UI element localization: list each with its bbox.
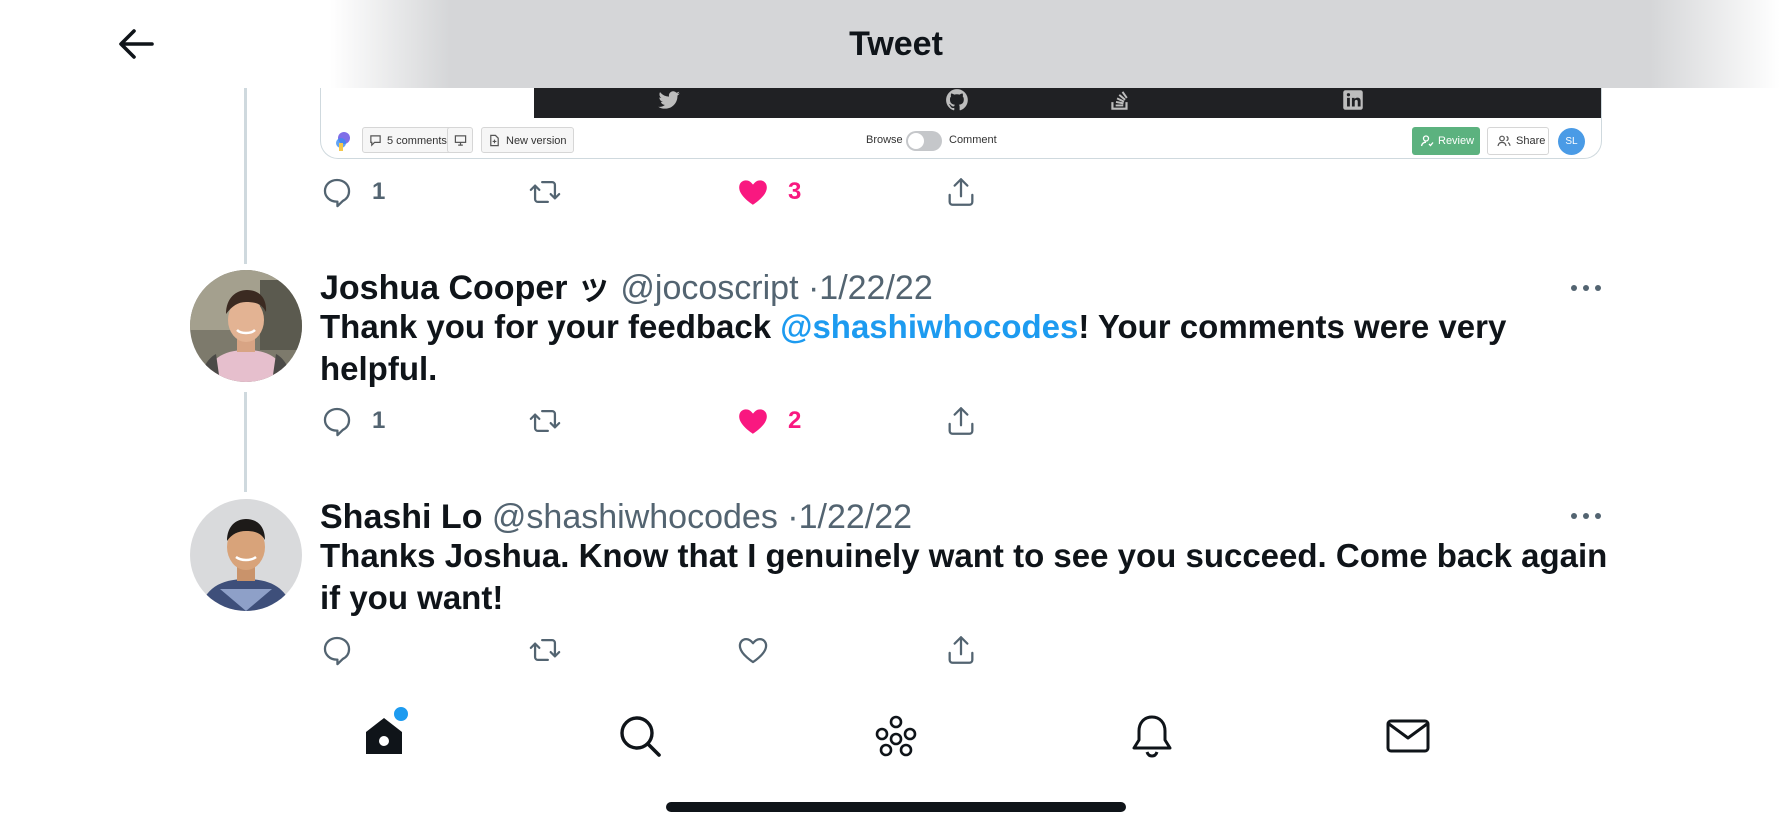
tweet-date[interactable]: 1/22/22 — [799, 498, 912, 536]
present-button[interactable] — [447, 127, 473, 153]
user-avatar[interactable]: SL — [1558, 128, 1585, 155]
retweet-button[interactable] — [528, 401, 562, 441]
like-button[interactable]: 3 — [736, 172, 801, 212]
new-version-label: New version — [506, 135, 567, 147]
comments-label: 5 comments — [387, 135, 447, 147]
mention-link[interactable]: @shashiwhocodes — [780, 308, 1078, 345]
heart-icon — [739, 180, 767, 205]
users-icon — [1497, 135, 1511, 147]
share-icon — [948, 178, 974, 206]
separator: · — [807, 269, 820, 307]
spaces-icon[interactable] — [872, 712, 920, 760]
top-bar: Tweet — [0, 0, 1792, 88]
share-label: Share — [1516, 135, 1546, 147]
tweet-text-part: Thank you for your feedback — [320, 308, 781, 345]
retweet-icon — [529, 409, 561, 433]
more-icon[interactable] — [1566, 506, 1606, 526]
comments-button[interactable]: 5 comments — [362, 127, 454, 153]
retweet-button[interactable] — [528, 630, 562, 670]
tweet-text: Thanks Joshua. Know that I genuinely wan… — [320, 537, 1608, 616]
share-icon — [948, 407, 974, 435]
like-count: 3 — [788, 178, 802, 205]
reply-button[interactable]: 1 — [320, 172, 385, 212]
author-name[interactable]: Joshua Cooper ッ — [320, 269, 611, 307]
comment-mode-label: Comment — [949, 134, 997, 146]
home-indicator[interactable] — [666, 802, 1126, 812]
reply-icon — [323, 407, 351, 437]
twitter-icon — [658, 91, 680, 109]
share-button[interactable] — [944, 172, 978, 212]
like-button[interactable]: 2 — [736, 401, 801, 441]
share-button[interactable] — [944, 630, 978, 670]
reply-count: 1 — [372, 407, 386, 434]
page-title: Tweet — [849, 25, 943, 63]
search-icon[interactable] — [616, 712, 664, 760]
like-count: 2 — [788, 407, 802, 434]
comment-icon — [370, 135, 381, 147]
share-button[interactable] — [944, 401, 978, 441]
author-name[interactable]: Shashi Lo — [320, 498, 482, 536]
thread-line — [244, 392, 247, 492]
document-plus-icon — [490, 134, 499, 147]
retweet-button[interactable] — [528, 172, 562, 212]
like-button[interactable] — [736, 630, 770, 670]
monitor-icon — [454, 135, 467, 146]
stackoverflow-icon — [1111, 91, 1128, 110]
notifications-icon[interactable] — [1128, 712, 1176, 760]
author-handle[interactable]: @shashiwhocodes — [492, 498, 778, 536]
avatar-photo-shashi — [190, 499, 302, 611]
avatar[interactable] — [190, 270, 302, 382]
tweet-text: Thank you for your feedback @shashiwhoco… — [320, 306, 1610, 390]
reply-icon — [323, 636, 351, 666]
reply-button[interactable]: 1 — [320, 401, 385, 441]
browse-comment-toggle[interactable] — [906, 131, 942, 151]
retweet-icon — [529, 638, 561, 662]
review-label: Review — [1438, 135, 1475, 147]
reply-icon — [323, 178, 351, 208]
separator: · — [787, 498, 799, 536]
notification-dot — [392, 705, 410, 723]
retweet-icon — [529, 180, 561, 204]
heart-icon — [739, 409, 767, 434]
review-button[interactable]: Review — [1412, 127, 1480, 155]
tweet-header: Shashi Lo @shashiwhocodes ·1/22/22 — [320, 497, 912, 537]
reply-count: 1 — [372, 178, 386, 205]
linkedin-icon — [1343, 90, 1363, 110]
share-icon — [948, 636, 974, 664]
thread-line — [244, 88, 247, 264]
github-icon — [946, 89, 968, 111]
messages-icon[interactable] — [1384, 712, 1432, 760]
user-check-icon — [1420, 135, 1434, 147]
heart-outline-icon — [738, 637, 768, 664]
browse-label: Browse — [866, 134, 903, 146]
author-handle[interactable]: @jocoscript — [620, 269, 798, 307]
tweet-date[interactable]: 1/22/22 — [819, 269, 932, 307]
tweet-header: Joshua Cooper ッ @jocoscript ·1/22/22 — [320, 268, 933, 308]
new-version-button[interactable]: New version — [481, 127, 574, 153]
app-logo-icon — [336, 132, 350, 151]
more-icon[interactable] — [1566, 278, 1606, 298]
avatar[interactable] — [190, 499, 302, 611]
reply-button[interactable] — [320, 630, 354, 670]
avatar-photo-joshua — [190, 270, 302, 382]
share-embed-button[interactable]: Share — [1487, 127, 1549, 155]
